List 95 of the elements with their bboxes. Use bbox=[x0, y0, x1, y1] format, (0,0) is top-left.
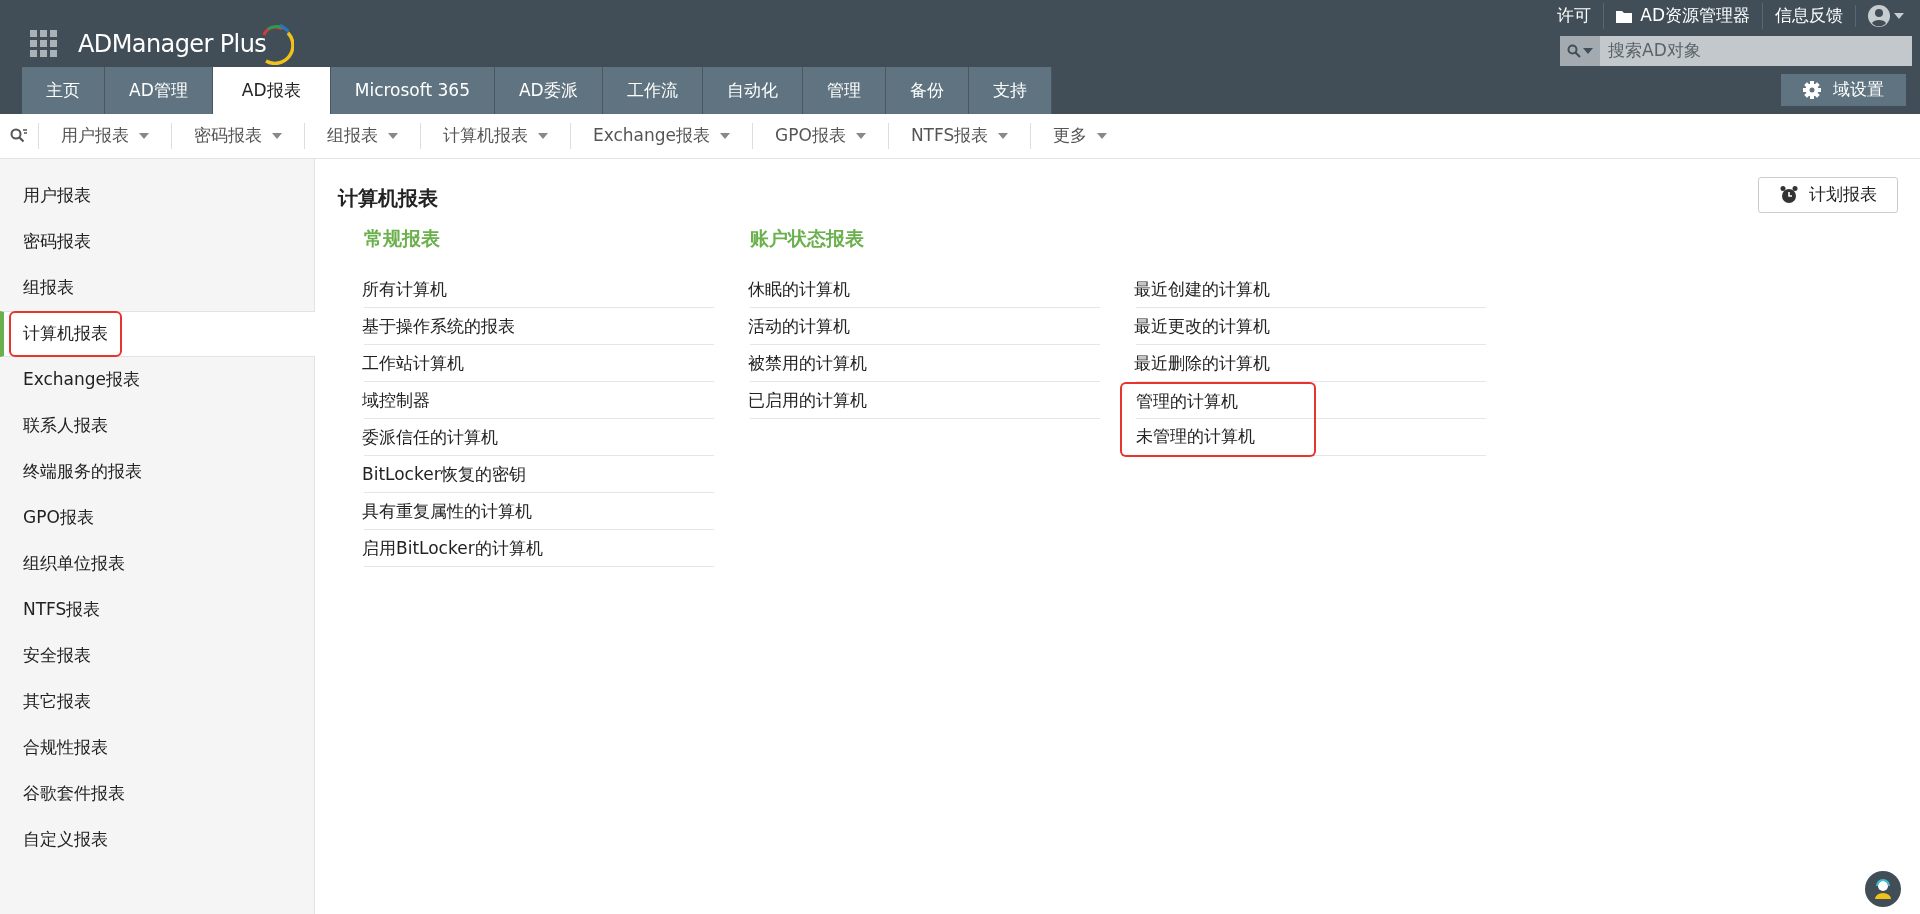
report-link[interactable]: 休眠的计算机 bbox=[734, 270, 930, 309]
report-link[interactable]: 最近创建的计算机 bbox=[1120, 270, 1316, 309]
sidebar-label: 联系人报表 bbox=[22, 414, 109, 438]
settings-icon bbox=[1803, 81, 1821, 99]
search-icon bbox=[1567, 44, 1581, 58]
sidebar-label: 自定义报表 bbox=[22, 828, 109, 852]
sidebar-item[interactable]: 组报表 bbox=[0, 265, 314, 311]
subnav-menu[interactable]: 组报表 bbox=[304, 123, 420, 149]
sidebar-label: NTFS报表 bbox=[22, 598, 102, 622]
caret-icon bbox=[855, 133, 866, 139]
subnav-menu[interactable]: GPO报表 bbox=[752, 123, 888, 149]
support-agent-icon bbox=[1872, 878, 1894, 900]
schedule-report-button[interactable]: 计划报表 bbox=[1758, 177, 1898, 213]
subnav-menu[interactable]: 用户报表 bbox=[38, 123, 171, 149]
caret-icon bbox=[1583, 48, 1593, 54]
explorer-link[interactable]: AD资源管理器 bbox=[1603, 3, 1762, 29]
report-link[interactable]: 已启用的计算机 bbox=[734, 381, 930, 420]
sidebar-label: 密码报表 bbox=[22, 230, 92, 254]
search-icon[interactable] bbox=[10, 128, 28, 144]
nav-tab[interactable]: 工作流 bbox=[602, 67, 703, 114]
sidebar-item[interactable]: NTFS报表 bbox=[0, 587, 314, 633]
alarm-clock-icon bbox=[1779, 185, 1799, 205]
sidebar-item[interactable]: 联系人报表 bbox=[0, 403, 314, 449]
report-link[interactable]: BitLocker恢复的密钥 bbox=[348, 455, 544, 494]
report-link[interactable]: 具有重复属性的计算机 bbox=[348, 492, 544, 531]
report-link[interactable]: 管理的计算机 bbox=[1120, 381, 1316, 420]
sidebar-label: 合规性报表 bbox=[22, 736, 109, 760]
search-scope-button[interactable] bbox=[1560, 36, 1600, 66]
report-link[interactable]: 工作站计算机 bbox=[348, 344, 544, 383]
folder-icon bbox=[1616, 9, 1633, 23]
sidebar-label: 组报表 bbox=[22, 276, 75, 300]
report-link[interactable]: 活动的计算机 bbox=[734, 307, 930, 346]
nav-tab[interactable]: Microsoft 365 bbox=[330, 67, 495, 114]
subnav-menu[interactable]: 密码报表 bbox=[171, 123, 304, 149]
nav-tab[interactable]: 主页 bbox=[22, 67, 105, 114]
caret-icon bbox=[388, 133, 398, 139]
report-link[interactable]: 域控制器 bbox=[348, 381, 544, 420]
sidebar-item[interactable]: Exchange报表 bbox=[0, 357, 314, 403]
caret-icon bbox=[720, 133, 731, 139]
page-title: 计算机报表 bbox=[338, 185, 438, 212]
sidebar-label: 用户报表 bbox=[22, 184, 92, 208]
domain-settings-button[interactable]: 域设置 bbox=[1781, 74, 1906, 106]
nav-tab[interactable]: AD委派 bbox=[494, 67, 603, 114]
sidebar-item[interactable]: 密码报表 bbox=[0, 219, 314, 265]
nav-tab[interactable]: AD管理 bbox=[105, 67, 213, 114]
nav-tab[interactable]: 备份 bbox=[885, 67, 969, 114]
app-grid-icon bbox=[30, 30, 58, 58]
sidebar-item[interactable]: 安全报表 bbox=[0, 633, 314, 679]
section-heading: 账户状态报表 bbox=[750, 225, 864, 251]
header-link[interactable]: 许可 bbox=[1545, 3, 1604, 29]
search-field[interactable]: 搜索AD对象 bbox=[1600, 36, 1912, 66]
report-link[interactable]: 被禁用的计算机 bbox=[734, 344, 930, 383]
sidebar-item[interactable]: 自定义报表 bbox=[0, 817, 314, 863]
report-link[interactable]: 最近更改的计算机 bbox=[1120, 307, 1316, 346]
sidebar-item[interactable]: 组织单位报表 bbox=[0, 541, 314, 587]
sidebar-label: 计算机报表 bbox=[9, 311, 122, 357]
support-chat-button[interactable] bbox=[1865, 871, 1901, 907]
user-icon bbox=[1868, 5, 1890, 27]
subnav-menu[interactable]: 计算机报表 bbox=[420, 123, 570, 149]
sidebar-label: 谷歌套件报表 bbox=[22, 782, 126, 806]
nav-tab[interactable]: 管理 bbox=[802, 67, 886, 114]
report-link[interactable]: 未管理的计算机 bbox=[1120, 418, 1316, 457]
sidebar-item[interactable]: 合规性报表 bbox=[0, 725, 314, 771]
report-link[interactable]: 所有计算机 bbox=[348, 270, 544, 309]
caret-icon bbox=[538, 133, 548, 139]
sidebar-item[interactable]: 用户报表 bbox=[0, 173, 314, 219]
nav-tab[interactable]: 支持 bbox=[968, 67, 1052, 114]
report-link[interactable]: 委派信任的计算机 bbox=[348, 418, 544, 457]
sidebar-item[interactable]: 终端服务的报表 bbox=[0, 449, 314, 495]
product-logo: ADManager Plus bbox=[78, 23, 295, 65]
sidebar-label: 其它报表 bbox=[22, 690, 92, 714]
sidebar-label: 终端服务的报表 bbox=[22, 460, 143, 484]
subnav-menu[interactable]: 更多 bbox=[1030, 123, 1130, 149]
caret-icon bbox=[1097, 133, 1108, 139]
header-link[interactable]: 信息反馈 bbox=[1762, 3, 1855, 29]
sidebar-label: GPO报表 bbox=[22, 506, 95, 530]
report-link[interactable]: 基于操作系统的报表 bbox=[348, 307, 544, 346]
caret-icon bbox=[998, 133, 1009, 139]
sidebar-item[interactable]: 谷歌套件报表 bbox=[0, 771, 314, 817]
sidebar-item[interactable]: 计算机报表 bbox=[0, 311, 315, 357]
subnav-menu[interactable]: Exchange报表 bbox=[570, 123, 753, 149]
sidebar-item[interactable]: GPO报表 bbox=[0, 495, 314, 541]
report-link[interactable]: 最近删除的计算机 bbox=[1120, 344, 1316, 383]
report-link[interactable]: 启用BitLocker的计算机 bbox=[348, 529, 544, 568]
sidebar-label: 安全报表 bbox=[22, 644, 92, 668]
nav-tab[interactable]: AD报表 bbox=[212, 67, 331, 114]
sidebar-label: Exchange报表 bbox=[22, 368, 142, 392]
sidebar-item[interactable]: 其它报表 bbox=[0, 679, 314, 725]
subnav-menu[interactable]: NTFS报表 bbox=[887, 123, 1031, 149]
caret-icon bbox=[272, 133, 282, 139]
caret-icon bbox=[139, 133, 149, 139]
nav-tab[interactable]: 自动化 bbox=[702, 67, 803, 114]
sidebar-label: 组织单位报表 bbox=[22, 552, 126, 576]
section-heading: 常规报表 bbox=[364, 225, 440, 251]
caret-icon bbox=[1894, 13, 1904, 19]
